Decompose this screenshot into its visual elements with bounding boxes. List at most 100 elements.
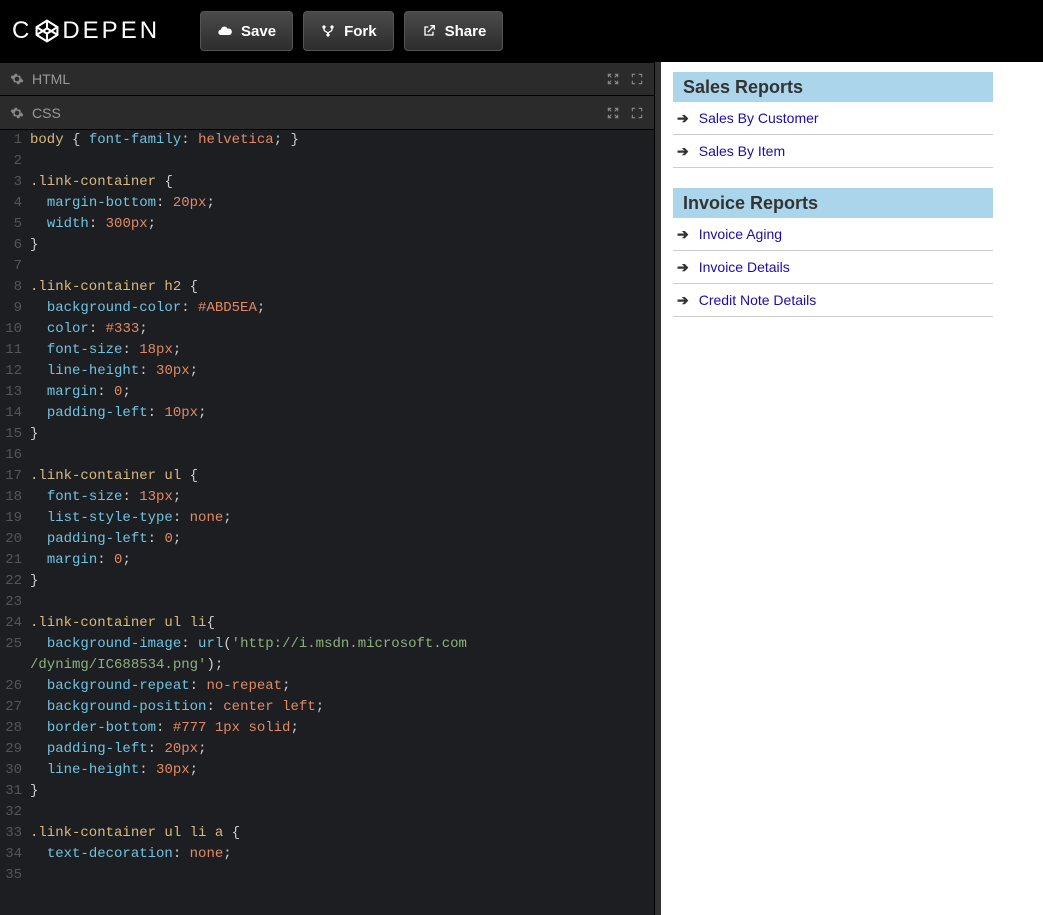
code-line[interactable]: 23 (0, 592, 654, 613)
fork-button[interactable]: Fork (303, 11, 394, 51)
code-line[interactable]: 17.link-container ul { (0, 466, 654, 487)
code-content[interactable]: } (30, 235, 654, 256)
code-line[interactable]: 26 background-repeat: no-repeat; (0, 676, 654, 697)
gear-icon[interactable] (10, 72, 24, 86)
code-line[interactable]: 24.link-container ul li{ (0, 613, 654, 634)
code-line[interactable]: 19 list-style-type: none; (0, 508, 654, 529)
line-number: 29 (0, 739, 30, 760)
code-content[interactable]: font-size: 13px; (30, 487, 654, 508)
code-line[interactable]: 35 (0, 865, 654, 886)
code-line[interactable]: 12 line-height: 30px; (0, 361, 654, 382)
line-number: 16 (0, 445, 30, 466)
code-content[interactable]: padding-left: 10px; (30, 403, 654, 424)
code-content[interactable]: } (30, 571, 654, 592)
report-link[interactable]: Invoice Details (699, 251, 790, 283)
code-line[interactable]: 4 margin-bottom: 20px; (0, 193, 654, 214)
code-content[interactable]: line-height: 30px; (30, 760, 654, 781)
code-content[interactable]: } (30, 424, 654, 445)
report-link[interactable]: Credit Note Details (699, 284, 817, 316)
code-content[interactable]: color: #333; (30, 319, 654, 340)
code-content[interactable]: body { font-family: helvetica; } (30, 130, 654, 151)
code-line[interactable]: 11 font-size: 18px; (0, 340, 654, 361)
app-header: C DEPEN Save Fork Share (0, 0, 1043, 62)
code-line[interactable]: 9 background-color: #ABD5EA; (0, 298, 654, 319)
collapse-icon[interactable] (606, 106, 620, 120)
code-line[interactable]: /dynimg/IC688534.png'); (0, 655, 654, 676)
code-content[interactable] (30, 256, 654, 277)
code-line[interactable]: 27 background-position: center left; (0, 697, 654, 718)
link-list: ➔Invoice Aging➔Invoice Details➔Credit No… (673, 218, 993, 317)
code-content[interactable]: background-repeat: no-repeat; (30, 676, 654, 697)
code-content[interactable]: .link-container { (30, 172, 654, 193)
code-line[interactable]: 10 color: #333; (0, 319, 654, 340)
code-line[interactable]: 5 width: 300px; (0, 214, 654, 235)
code-line[interactable]: 2 (0, 151, 654, 172)
code-line[interactable]: 16 (0, 445, 654, 466)
line-number: 17 (0, 466, 30, 487)
collapse-icon[interactable] (606, 72, 620, 86)
line-number: 5 (0, 214, 30, 235)
code-content[interactable]: margin: 0; (30, 382, 654, 403)
code-line[interactable]: 21 margin: 0; (0, 550, 654, 571)
line-number: 21 (0, 550, 30, 571)
line-number: 3 (0, 172, 30, 193)
code-line[interactable]: 1body { font-family: helvetica; } (0, 130, 654, 151)
code-line[interactable]: 20 padding-left: 0; (0, 529, 654, 550)
code-content[interactable]: /dynimg/IC688534.png'); (30, 655, 654, 676)
save-button[interactable]: Save (200, 11, 293, 51)
code-line[interactable]: 15} (0, 424, 654, 445)
expand-icon[interactable] (630, 72, 644, 86)
code-line[interactable]: 32 (0, 802, 654, 823)
code-content[interactable] (30, 151, 654, 172)
code-content[interactable]: .link-container h2 { (30, 277, 654, 298)
code-content[interactable]: width: 300px; (30, 214, 654, 235)
code-line[interactable]: 29 padding-left: 20px; (0, 739, 654, 760)
arrow-icon: ➔ (677, 135, 689, 167)
code-content[interactable] (30, 865, 654, 886)
code-content[interactable]: margin: 0; (30, 550, 654, 571)
code-line[interactable]: 22} (0, 571, 654, 592)
code-line[interactable]: 33.link-container ul li a { (0, 823, 654, 844)
report-link[interactable]: Sales By Customer (699, 102, 819, 134)
code-line[interactable]: 13 margin: 0; (0, 382, 654, 403)
code-content[interactable]: .link-container ul li{ (30, 613, 654, 634)
code-line[interactable]: 28 border-bottom: #777 1px solid; (0, 718, 654, 739)
code-line[interactable]: 6} (0, 235, 654, 256)
code-content[interactable]: background-image: url('http://i.msdn.mic… (30, 634, 654, 655)
code-line[interactable]: 30 line-height: 30px; (0, 760, 654, 781)
code-content[interactable]: padding-left: 20px; (30, 739, 654, 760)
code-line[interactable]: 8.link-container h2 { (0, 277, 654, 298)
code-content[interactable]: } (30, 781, 654, 802)
gear-icon[interactable] (10, 106, 24, 120)
code-line[interactable]: 31} (0, 781, 654, 802)
code-content[interactable]: padding-left: 0; (30, 529, 654, 550)
code-content[interactable]: line-height: 30px; (30, 361, 654, 382)
code-content[interactable]: .link-container ul li a { (30, 823, 654, 844)
code-line[interactable]: 3.link-container { (0, 172, 654, 193)
css-code-editor[interactable]: 1body { font-family: helvetica; }23.link… (0, 130, 654, 915)
line-number: 14 (0, 403, 30, 424)
code-content[interactable]: list-style-type: none; (30, 508, 654, 529)
link-container: Sales Reports➔Sales By Customer➔Sales By… (673, 72, 993, 168)
code-line[interactable]: 18 font-size: 13px; (0, 487, 654, 508)
code-content[interactable]: background-color: #ABD5EA; (30, 298, 654, 319)
code-content[interactable]: .link-container ul { (30, 466, 654, 487)
code-content[interactable] (30, 802, 654, 823)
expand-icon[interactable] (630, 106, 644, 120)
code-line[interactable]: 14 padding-left: 10px; (0, 403, 654, 424)
code-line[interactable]: 7 (0, 256, 654, 277)
code-line[interactable]: 25 background-image: url('http://i.msdn.… (0, 634, 654, 655)
code-content[interactable] (30, 445, 654, 466)
share-icon (421, 23, 437, 39)
code-content[interactable]: border-bottom: #777 1px solid; (30, 718, 654, 739)
code-content[interactable]: font-size: 18px; (30, 340, 654, 361)
code-content[interactable]: background-position: center left; (30, 697, 654, 718)
share-button[interactable]: Share (404, 11, 504, 51)
line-number: 23 (0, 592, 30, 613)
report-link[interactable]: Sales By Item (699, 135, 785, 167)
code-line[interactable]: 34 text-decoration: none; (0, 844, 654, 865)
code-content[interactable]: margin-bottom: 20px; (30, 193, 654, 214)
code-content[interactable]: text-decoration: none; (30, 844, 654, 865)
code-content[interactable] (30, 592, 654, 613)
report-link[interactable]: Invoice Aging (699, 218, 782, 250)
